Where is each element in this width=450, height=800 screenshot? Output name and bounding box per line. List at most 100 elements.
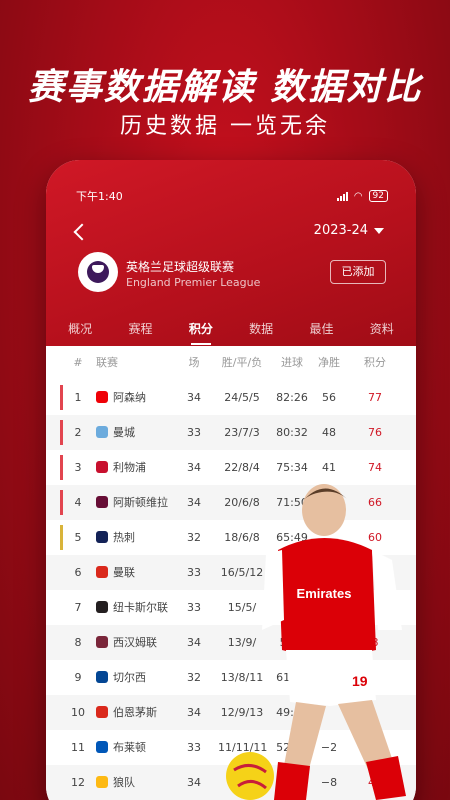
rank-cell: 1 (74, 391, 82, 404)
signal-icon (336, 191, 348, 201)
qualification-marker (60, 385, 63, 410)
team-cell: 曼城 (96, 415, 135, 450)
team-name: 利物浦 (113, 461, 146, 474)
league-name: 英格兰足球超级联赛 (126, 260, 235, 274)
team-crest-icon (96, 741, 108, 753)
team-name: 阿斯顿维拉 (113, 496, 168, 509)
goals-cell: 80:32 (276, 426, 308, 439)
played-cell: 34 (187, 461, 201, 474)
team-crest-icon (96, 496, 108, 508)
team-crest-icon (96, 566, 108, 578)
goals-cell: 82:26 (276, 391, 308, 404)
played-cell: 33 (187, 426, 201, 439)
team-cell: 伯恩茅斯 (96, 695, 157, 730)
team-cell: 狼队 (96, 765, 135, 800)
qualification-marker (60, 455, 63, 480)
played-cell: 34 (187, 496, 201, 509)
back-icon[interactable] (73, 223, 91, 241)
team-name: 伯恩茅斯 (113, 706, 157, 719)
player-right-sleeve (372, 550, 402, 630)
caret-down-icon (374, 227, 384, 234)
player-sponsor: Emirates (297, 586, 352, 601)
header-team: 联赛 (96, 356, 118, 369)
team-cell: 阿斯顿维拉 (96, 485, 168, 520)
tab-info[interactable]: 资料 (366, 314, 398, 343)
tab-bar: 概况 赛程 积分 数据 最佳 资料 (46, 310, 416, 346)
league-logo (78, 252, 118, 292)
header-wdl: 胜/平/负 (221, 356, 263, 369)
team-crest-icon (96, 391, 108, 403)
wdl-cell: 24/5/5 (224, 391, 260, 404)
team-name: 西汉姆联 (113, 636, 157, 649)
team-cell: 纽卡斯尔联 (96, 590, 168, 625)
header-points: 积分 (364, 356, 386, 369)
table-header: # 联赛 场 胜/平/负 进球 净胜 积分 (46, 348, 416, 378)
tab-overview[interactable]: 概况 (64, 314, 96, 343)
rank-cell: 5 (74, 531, 82, 544)
team-cell: 西汉姆联 (96, 625, 157, 660)
table-row[interactable]: 1 阿森纳 34 24/5/5 82:26 56 77 (46, 380, 416, 415)
team-name: 曼联 (113, 566, 135, 579)
played-cell: 34 (187, 776, 201, 789)
team-crest-icon (96, 426, 108, 438)
player-number: 19 (352, 673, 368, 689)
team-name: 热刺 (113, 531, 135, 544)
played-cell: 32 (187, 671, 201, 684)
tab-best[interactable]: 最佳 (305, 314, 337, 343)
team-cell: 切尔西 (96, 660, 146, 695)
team-name: 狼队 (113, 776, 135, 789)
tab-schedule[interactable]: 赛程 (124, 314, 156, 343)
qualification-marker (60, 420, 63, 445)
status-bar: 下午1:40 ◠ 92 (76, 188, 388, 204)
rank-cell: 12 (71, 776, 85, 789)
team-crest-icon (96, 776, 108, 788)
played-cell: 34 (187, 636, 201, 649)
player-left-sleeve (262, 550, 284, 630)
goal-diff-cell: 48 (322, 426, 336, 439)
table-row[interactable]: 2 曼城 33 23/7/3 80:32 48 76 (46, 415, 416, 450)
team-cell: 布莱顿 (96, 730, 146, 765)
played-cell: 34 (187, 706, 201, 719)
points-cell: 76 (368, 426, 382, 439)
rank-cell: 3 (74, 461, 82, 474)
rank-cell: 6 (74, 566, 82, 579)
player-image: Emirates 19 (226, 484, 406, 800)
played-cell: 33 (187, 601, 201, 614)
premier-league-lion-icon (87, 261, 109, 283)
team-cell: 曼联 (96, 555, 135, 590)
points-cell: 77 (368, 391, 382, 404)
rank-cell: 2 (74, 426, 82, 439)
tab-data[interactable]: 数据 (245, 314, 277, 343)
team-cell: 利物浦 (96, 450, 146, 485)
team-name: 纽卡斯尔联 (113, 601, 168, 614)
app-header: 下午1:40 ◠ 92 2023-24 英格兰足球超级联赛 England Pr… (46, 160, 416, 346)
rank-cell: 7 (74, 601, 82, 614)
header-played: 场 (188, 356, 200, 369)
player-left-sock (274, 762, 310, 800)
qualification-marker (60, 490, 63, 515)
rank-cell: 9 (74, 671, 82, 684)
team-crest-icon (96, 671, 108, 683)
team-name: 布莱顿 (113, 741, 146, 754)
goal-diff-cell: 56 (322, 391, 336, 404)
battery-icon: 92 (368, 190, 388, 202)
football-icon (226, 752, 274, 800)
league-english-name: England Premier League (126, 276, 261, 289)
added-button[interactable]: 已添加 (330, 260, 386, 284)
tab-standings[interactable]: 积分 (185, 314, 217, 345)
played-cell: 33 (187, 566, 201, 579)
team-name: 曼城 (113, 426, 135, 439)
player-head (302, 484, 346, 536)
played-cell: 32 (187, 531, 201, 544)
promo-subtitle: 历史数据 一览无余 (120, 114, 330, 139)
header-rank: # (73, 356, 83, 369)
qualification-marker (60, 525, 63, 550)
season-selector[interactable]: 2023-24 (314, 223, 384, 238)
played-cell: 34 (187, 391, 201, 404)
wdl-cell: 23/7/3 (224, 426, 260, 439)
rank-cell: 11 (71, 741, 85, 754)
status-time: 下午1:40 (76, 190, 123, 203)
promo-title: 赛事数据解读 数据对比 (27, 67, 423, 108)
header-goal-diff: 净胜 (318, 356, 340, 369)
team-crest-icon (96, 636, 108, 648)
